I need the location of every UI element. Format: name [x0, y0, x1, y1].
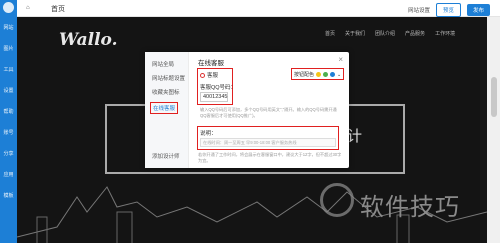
color-swatch-yellow[interactable]: [316, 72, 322, 77]
rail-item[interactable]: 设置: [0, 85, 17, 97]
site-nav: 首页 关于我们 团队介绍 产品服务 工作环境: [325, 30, 455, 37]
watermark-logo-icon: [320, 183, 354, 217]
qq-hint: 输入QQ号码后可添加，多个QQ号码用英文","隔开。输入的QQ号码需开通QQ客服…: [200, 107, 337, 118]
rail-item[interactable]: 账号: [0, 127, 17, 139]
page-title[interactable]: 首页: [51, 4, 65, 14]
dialog-sidebar: 网站全局 网站标题设置 收藏夹图标 在线客服 添加设计师: [145, 52, 189, 168]
publish-button[interactable]: 发布: [466, 4, 490, 16]
chevron-down-icon[interactable]: ⌄: [337, 72, 341, 78]
color-swatch-green[interactable]: [323, 72, 329, 77]
site-nav-item[interactable]: 工作环境: [435, 30, 455, 37]
color-swatch-blue[interactable]: [330, 72, 336, 77]
site-settings-link[interactable]: 网站设置: [408, 6, 430, 14]
online-service-dialog: 网站全局 网站标题设置 收藏夹图标 在线客服 添加设计师 在线客服 × 客服 客…: [145, 52, 349, 168]
dialog-title: 在线客服: [198, 60, 224, 67]
qq-label: 客服QQ号码：: [200, 85, 237, 91]
button-color-picker[interactable]: 按钮配色 ⌄: [294, 71, 341, 79]
top-bar: ⌂ 首页 网站设置 预览 发布: [17, 0, 500, 17]
app-logo-icon[interactable]: [3, 2, 14, 13]
site-nav-item[interactable]: 首页: [325, 30, 335, 37]
dialog-footnote: 若你开通了工作时间，将会展示在客服窗口中，建议大于12字，但不超过30字为宜。: [198, 152, 342, 163]
sidebar-item-global[interactable]: 网站全局: [152, 60, 174, 68]
description-label: 说明：: [200, 131, 217, 137]
checkbox-label: 客服: [207, 73, 219, 79]
close-icon[interactable]: ×: [338, 55, 343, 64]
watermark-text: 软件技巧: [360, 193, 460, 221]
site-nav-item[interactable]: 关于我们: [345, 30, 365, 37]
rail-item[interactable]: 工具: [0, 64, 17, 76]
site-nav-item[interactable]: 团队介绍: [375, 30, 395, 37]
sidebar-item-favicon[interactable]: 收藏夹图标: [152, 88, 180, 96]
rail-item[interactable]: 分享: [0, 148, 17, 160]
rail-item[interactable]: 帮助: [0, 106, 17, 118]
style-label: 按钮配色: [294, 72, 315, 78]
home-icon[interactable]: ⌂: [26, 5, 30, 11]
left-rail: 网站 图片 工具 设置 帮助 账号 分享 应用 模板: [0, 0, 17, 243]
site-logo: Wallo.: [59, 30, 118, 50]
add-designer-link[interactable]: 添加设计师: [152, 152, 180, 160]
sidebar-item-title[interactable]: 网站标题设置: [152, 74, 185, 82]
scroll-thumb[interactable]: [491, 77, 497, 117]
site-nav-item[interactable]: 产品服务: [405, 30, 425, 37]
top-actions: 网站设置 预览 发布: [408, 3, 490, 17]
preview-button[interactable]: 预览: [435, 3, 461, 17]
qq-number-field[interactable]: 40012345: [200, 92, 228, 102]
hero-text: 计: [347, 128, 365, 145]
rail-item[interactable]: 图片: [0, 43, 17, 55]
description-field[interactable]: 在线时间：周一至周五 早9:00-18:00 客户服务热线: [200, 138, 336, 147]
vertical-scrollbar[interactable]: [487, 17, 500, 243]
rail-item[interactable]: 应用: [0, 169, 17, 181]
service-checkbox[interactable]: 客服: [200, 71, 218, 79]
rail-item[interactable]: 模板: [0, 190, 17, 202]
rail-item[interactable]: 网站: [0, 22, 17, 34]
sidebar-item-online-service[interactable]: 在线客服: [150, 102, 179, 114]
checkbox-icon[interactable]: [200, 72, 205, 78]
